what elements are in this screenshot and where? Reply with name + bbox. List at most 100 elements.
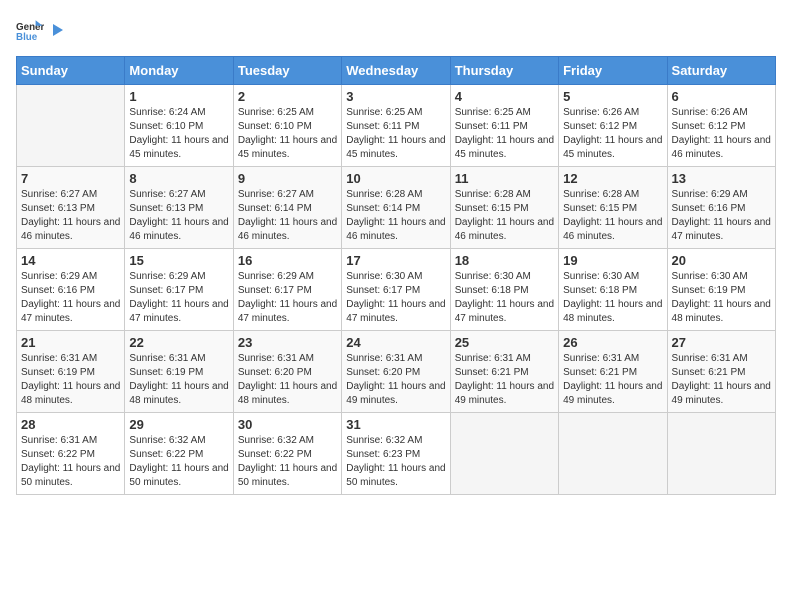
- cell-info: Sunrise: 6:30 AMSunset: 6:18 PMDaylight:…: [455, 270, 554, 326]
- weekday-row: SundayMondayTuesdayWednesdayThursdayFrid…: [17, 57, 776, 85]
- calendar-cell: 29Sunrise: 6:32 AMSunset: 6:22 PMDayligh…: [125, 413, 233, 495]
- cell-info: Sunrise: 6:32 AMSunset: 6:22 PMDaylight:…: [129, 434, 228, 490]
- calendar-week-row: 21Sunrise: 6:31 AMSunset: 6:19 PMDayligh…: [17, 331, 776, 413]
- cell-info: Sunrise: 6:29 AMSunset: 6:17 PMDaylight:…: [129, 270, 228, 326]
- cell-info: Sunrise: 6:29 AMSunset: 6:16 PMDaylight:…: [21, 270, 120, 326]
- cell-info: Sunrise: 6:30 AMSunset: 6:18 PMDaylight:…: [563, 270, 662, 326]
- sunset-text: Sunset: 6:14 PM: [238, 202, 337, 216]
- sunset-text: Sunset: 6:11 PM: [455, 120, 554, 134]
- calendar-cell: 10Sunrise: 6:28 AMSunset: 6:14 PMDayligh…: [342, 167, 450, 249]
- logo: General Blue: [16, 16, 66, 44]
- sunrise-text: Sunrise: 6:30 AM: [346, 270, 445, 284]
- calendar-cell: 5Sunrise: 6:26 AMSunset: 6:12 PMDaylight…: [559, 85, 667, 167]
- day-number: 5: [563, 89, 662, 104]
- calendar-cell: 8Sunrise: 6:27 AMSunset: 6:13 PMDaylight…: [125, 167, 233, 249]
- sunrise-text: Sunrise: 6:27 AM: [238, 188, 337, 202]
- sunrise-text: Sunrise: 6:32 AM: [129, 434, 228, 448]
- sunrise-text: Sunrise: 6:32 AM: [346, 434, 445, 448]
- day-number: 24: [346, 335, 445, 350]
- day-number: 16: [238, 253, 337, 268]
- cell-info: Sunrise: 6:26 AMSunset: 6:12 PMDaylight:…: [672, 106, 771, 162]
- sunset-text: Sunset: 6:20 PM: [346, 366, 445, 380]
- daylight-text: Daylight: 11 hours and 46 minutes.: [238, 216, 337, 244]
- day-number: 6: [672, 89, 771, 104]
- sunrise-text: Sunrise: 6:24 AM: [129, 106, 228, 120]
- cell-info: Sunrise: 6:28 AMSunset: 6:14 PMDaylight:…: [346, 188, 445, 244]
- sunset-text: Sunset: 6:23 PM: [346, 448, 445, 462]
- daylight-text: Daylight: 11 hours and 48 minutes.: [672, 298, 771, 326]
- daylight-text: Daylight: 11 hours and 49 minutes.: [346, 380, 445, 408]
- sunrise-text: Sunrise: 6:28 AM: [346, 188, 445, 202]
- sunrise-text: Sunrise: 6:31 AM: [238, 352, 337, 366]
- day-number: 21: [21, 335, 120, 350]
- logo-icon: General Blue: [16, 16, 44, 44]
- daylight-text: Daylight: 11 hours and 49 minutes.: [563, 380, 662, 408]
- cell-info: Sunrise: 6:29 AMSunset: 6:17 PMDaylight:…: [238, 270, 337, 326]
- daylight-text: Daylight: 11 hours and 47 minutes.: [455, 298, 554, 326]
- daylight-text: Daylight: 11 hours and 50 minutes.: [346, 462, 445, 490]
- sunset-text: Sunset: 6:18 PM: [563, 284, 662, 298]
- weekday-header: Sunday: [17, 57, 125, 85]
- calendar-cell: [559, 413, 667, 495]
- daylight-text: Daylight: 11 hours and 46 minutes.: [563, 216, 662, 244]
- calendar-week-row: 1Sunrise: 6:24 AMSunset: 6:10 PMDaylight…: [17, 85, 776, 167]
- header: General Blue: [16, 16, 776, 44]
- cell-info: Sunrise: 6:28 AMSunset: 6:15 PMDaylight:…: [563, 188, 662, 244]
- daylight-text: Daylight: 11 hours and 50 minutes.: [129, 462, 228, 490]
- calendar-cell: 21 Sunrise: 6:31 AMSunset: 6:19 PMDayligh…: [17, 331, 125, 413]
- day-number: 25: [455, 335, 554, 350]
- calendar-cell: 20Sunrise: 6:30 AMSunset: 6:19 PMDayligh…: [667, 249, 775, 331]
- calendar-week-row: 7Sunrise: 6:27 AMSunset: 6:13 PMDaylight…: [17, 167, 776, 249]
- sunset-text: Sunset: 6:21 PM: [455, 366, 554, 380]
- logo-arrow-icon: [49, 22, 65, 38]
- daylight-text: Daylight: 11 hours and 45 minutes.: [346, 134, 445, 162]
- day-number: 1: [129, 89, 228, 104]
- calendar-cell: 15Sunrise: 6:29 AMSunset: 6:17 PMDayligh…: [125, 249, 233, 331]
- sunset-text: Sunset: 6:11 PM: [346, 120, 445, 134]
- sunset-text: Sunset: 6:12 PM: [672, 120, 771, 134]
- calendar-cell: 7Sunrise: 6:27 AMSunset: 6:13 PMDaylight…: [17, 167, 125, 249]
- cell-info: Sunrise: 6:31 AMSunset: 6:21 PMDaylight:…: [672, 352, 771, 408]
- sunrise-text: Sunrise: 6:31 AM: [672, 352, 771, 366]
- daylight-text: Daylight: 11 hours and 48 minutes.: [21, 380, 120, 408]
- day-number: 2: [238, 89, 337, 104]
- calendar-table: SundayMondayTuesdayWednesdayThursdayFrid…: [16, 56, 776, 495]
- sunset-text: Sunset: 6:22 PM: [129, 448, 228, 462]
- sunrise-text: Sunrise: 6:31 AM: [455, 352, 554, 366]
- weekday-header: Thursday: [450, 57, 558, 85]
- sunrise-text: Sunrise: 6:31 AM: [563, 352, 662, 366]
- cell-info: Sunrise: 6:31 AMSunset: 6:21 PMDaylight:…: [563, 352, 662, 408]
- sunset-text: Sunset: 6:17 PM: [238, 284, 337, 298]
- daylight-text: Daylight: 11 hours and 47 minutes.: [346, 298, 445, 326]
- day-number: 9: [238, 171, 337, 186]
- daylight-text: Daylight: 11 hours and 45 minutes.: [129, 134, 228, 162]
- calendar-cell: [667, 413, 775, 495]
- calendar-cell: 30Sunrise: 6:32 AMSunset: 6:22 PMDayligh…: [233, 413, 341, 495]
- weekday-header: Wednesday: [342, 57, 450, 85]
- cell-info: Sunrise: 6:27 AMSunset: 6:14 PMDaylight:…: [238, 188, 337, 244]
- calendar-cell: 17Sunrise: 6:30 AMSunset: 6:17 PMDayligh…: [342, 249, 450, 331]
- cell-info: Sunrise: 6:31 AMSunset: 6:19 PMDaylight:…: [21, 352, 120, 408]
- sunrise-text: Sunrise: 6:31 AM: [21, 352, 120, 366]
- sunrise-text: Sunrise: 6:26 AM: [672, 106, 771, 120]
- sunset-text: Sunset: 6:21 PM: [672, 366, 771, 380]
- calendar-cell: 4Sunrise: 6:25 AMSunset: 6:11 PMDaylight…: [450, 85, 558, 167]
- daylight-text: Daylight: 11 hours and 48 minutes.: [563, 298, 662, 326]
- sunrise-text: Sunrise: 6:31 AM: [129, 352, 228, 366]
- daylight-text: Daylight: 11 hours and 49 minutes.: [672, 380, 771, 408]
- sunset-text: Sunset: 6:17 PM: [129, 284, 228, 298]
- calendar-cell: 11Sunrise: 6:28 AMSunset: 6:15 PMDayligh…: [450, 167, 558, 249]
- weekday-header: Friday: [559, 57, 667, 85]
- cell-info: Sunrise: 6:25 AMSunset: 6:10 PMDaylight:…: [238, 106, 337, 162]
- sunset-text: Sunset: 6:19 PM: [129, 366, 228, 380]
- sunset-text: Sunset: 6:15 PM: [455, 202, 554, 216]
- sunset-text: Sunset: 6:13 PM: [21, 202, 120, 216]
- day-number: 28: [21, 417, 120, 432]
- day-number: 20: [672, 253, 771, 268]
- calendar-cell: 27Sunrise: 6:31 AMSunset: 6:21 PMDayligh…: [667, 331, 775, 413]
- calendar-cell: [17, 85, 125, 167]
- calendar-cell: 9 Sunrise: 6:27 AMSunset: 6:14 PMDaylight…: [233, 167, 341, 249]
- daylight-text: Daylight: 11 hours and 46 minutes.: [21, 216, 120, 244]
- calendar-cell: 18Sunrise: 6:30 AMSunset: 6:18 PMDayligh…: [450, 249, 558, 331]
- sunrise-text: Sunrise: 6:25 AM: [455, 106, 554, 120]
